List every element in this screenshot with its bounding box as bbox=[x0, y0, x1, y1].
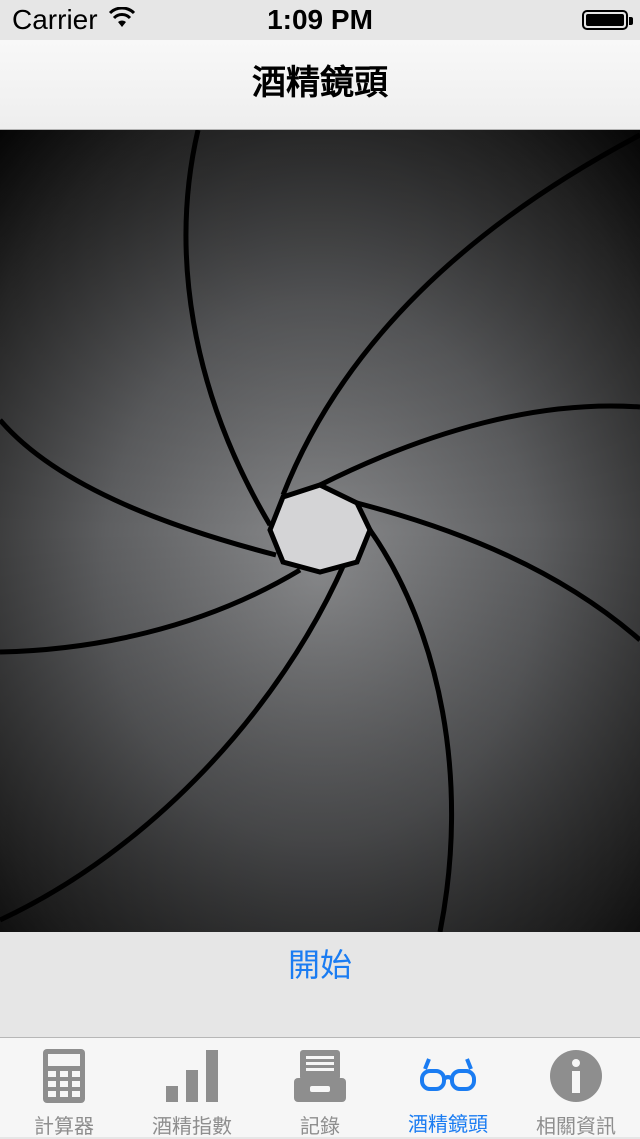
status-bar: Carrier 1:09 PM bbox=[0, 0, 640, 40]
tab-records[interactable]: 記錄 bbox=[256, 1038, 384, 1138]
tab-calculator[interactable]: 計算器 bbox=[0, 1038, 128, 1138]
tab-alcohol-lens[interactable]: 酒精鏡頭 bbox=[384, 1038, 512, 1137]
page-title: 酒精鏡頭 bbox=[252, 64, 388, 102]
file-cabinet-icon bbox=[290, 1048, 350, 1104]
camera-shutter bbox=[0, 130, 640, 932]
tab-label: 相關資訊 bbox=[536, 1116, 616, 1138]
tab-label: 酒精鏡頭 bbox=[408, 1114, 488, 1136]
glasses-icon bbox=[418, 1048, 478, 1102]
controls-area: 開始 bbox=[0, 932, 640, 1037]
tab-bar: 計算器 酒精指數 記錄 酒精鏡頭 相關資訊 bbox=[0, 1037, 640, 1138]
shutter-graphic bbox=[0, 130, 640, 932]
tab-related-info[interactable]: 相關資訊 bbox=[512, 1038, 640, 1138]
start-button[interactable]: 開始 bbox=[0, 940, 640, 986]
tab-label: 酒精指數 bbox=[152, 1116, 232, 1138]
navigation-bar: 酒精鏡頭 bbox=[0, 40, 640, 130]
tab-label: 記錄 bbox=[300, 1116, 340, 1138]
bar-chart-icon bbox=[162, 1048, 222, 1104]
battery-icon bbox=[582, 10, 633, 30]
tab-alcohol-index[interactable]: 酒精指數 bbox=[128, 1038, 256, 1138]
info-icon bbox=[546, 1048, 606, 1104]
status-time: 1:09 PM bbox=[267, 4, 373, 35]
calculator-icon bbox=[34, 1048, 94, 1104]
tab-label: 計算器 bbox=[34, 1116, 94, 1138]
